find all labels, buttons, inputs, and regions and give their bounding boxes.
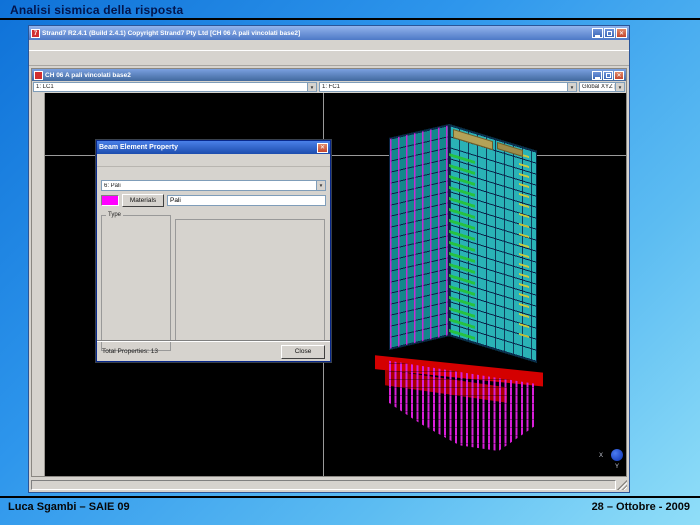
building-floor-slabs: [449, 153, 475, 341]
status-bar: [30, 478, 628, 491]
footer-date: 28 – Ottobre - 2009: [592, 501, 690, 513]
chevron-down-icon[interactable]: ▼: [615, 83, 624, 91]
structural-tab-page: [175, 219, 325, 341]
axis-triad-icon: [611, 449, 623, 461]
view-toolbar: [32, 93, 45, 476]
total-properties-label: Total Properties: 13: [102, 348, 281, 355]
type-group-label: Type: [106, 212, 123, 218]
app-title: Strand7 R2.4.1 (Build 2.4.1) Copyright S…: [42, 30, 590, 37]
property-color-swatch[interactable]: [101, 195, 119, 206]
chevron-down-icon[interactable]: ▼: [567, 83, 576, 91]
dialog-tabs: [175, 207, 325, 219]
child-minimize-button[interactable]: [592, 71, 602, 80]
top-rule: [0, 18, 700, 20]
model-window-icon: [34, 71, 43, 80]
coord-system-combo[interactable]: Global XYZ [Cartesian] ▼: [579, 82, 625, 92]
axis-x-label: X: [599, 453, 603, 459]
restore-button[interactable]: [604, 28, 615, 38]
beam-property-dialog: Beam Element Property ✕ 6: Pali ▼ Materi…: [96, 140, 331, 362]
dialog-toolbar: [97, 154, 330, 167]
resize-grip[interactable]: [617, 480, 627, 490]
building-yellow-elements: [519, 153, 529, 338]
dialog-titlebar[interactable]: Beam Element Property ✕: [97, 141, 330, 154]
footer-author: Luca Sgambi – SAIE 09: [8, 501, 130, 513]
type-groupbox: Type: [101, 215, 171, 351]
entity-type-row: [97, 167, 330, 179]
building-left-face: [389, 124, 449, 350]
bottom-rule: [0, 496, 700, 498]
main-toolbar: [29, 51, 629, 66]
axis-y-label: Y: [615, 464, 619, 470]
model-window-title: CH 06 A pali vincolati base2: [45, 72, 590, 79]
close-button[interactable]: ✕: [616, 28, 627, 38]
dialog-close-button[interactable]: ✕: [317, 143, 328, 153]
menu-bar: [29, 40, 629, 51]
materials-button[interactable]: Materials: [122, 194, 164, 207]
presentation-slide: { "slide": { "title": "Analisi sismica d…: [0, 0, 700, 525]
dialog-title: Beam Element Property: [99, 144, 317, 151]
minimize-button[interactable]: [592, 28, 603, 38]
chevron-down-icon[interactable]: ▼: [307, 83, 316, 91]
slide-title: Analisi sismica della risposta: [10, 3, 183, 17]
property-select-combo[interactable]: 6: Pali ▼: [101, 180, 326, 191]
property-name-input[interactable]: Pali: [167, 195, 326, 206]
dialog-close-action-button[interactable]: Close: [281, 345, 325, 359]
freedom-case-combo[interactable]: 1: FC1 ▼: [319, 82, 577, 92]
child-restore-button[interactable]: [603, 71, 613, 80]
status-filler: [31, 480, 616, 490]
child-close-button[interactable]: ✕: [614, 71, 624, 80]
app-titlebar[interactable]: 7 Strand7 R2.4.1 (Build 2.4.1) Copyright…: [29, 26, 629, 40]
model-window-titlebar[interactable]: CH 06 A pali vincolati base2 ✕: [32, 69, 626, 81]
app-logo-icon: 7: [31, 29, 40, 38]
dialog-footer: Total Properties: 13 Close: [97, 341, 330, 361]
load-case-combo[interactable]: 1: LC1 ▼: [33, 82, 317, 92]
chevron-down-icon[interactable]: ▼: [316, 181, 325, 190]
property-name-row: Materials Pali: [97, 192, 330, 208]
case-selector-row: 1: LC1 ▼ 1: FC1 ▼ Global XYZ [Cartesian]…: [32, 81, 626, 93]
